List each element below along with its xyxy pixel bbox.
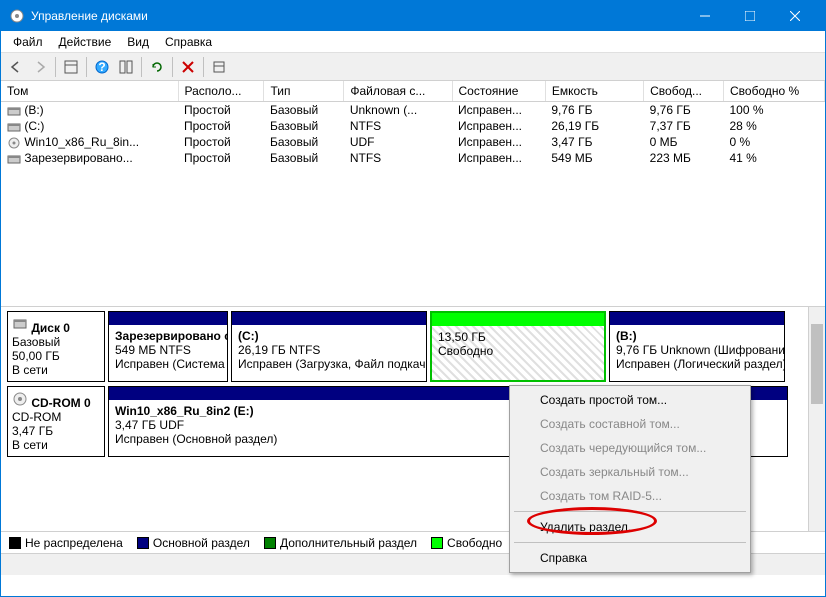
column-header-freepct[interactable]: Свободно % <box>723 81 824 102</box>
window-title: Управление дисками <box>31 9 682 23</box>
app-icon <box>9 8 25 24</box>
column-header-status[interactable]: Состояние <box>452 81 545 102</box>
column-header-volume[interactable]: Том <box>1 81 178 102</box>
layout-button[interactable] <box>115 56 137 78</box>
disk-info[interactable]: Диск 0Базовый50,00 ГБВ сети <box>7 311 105 382</box>
partition[interactable]: 13,50 ГБСвободно <box>430 311 606 382</box>
svg-text:?: ? <box>98 60 105 74</box>
volume-icon <box>7 105 21 117</box>
legend-free: Свободно <box>447 536 502 550</box>
volume-icon <box>7 137 21 149</box>
partition[interactable]: (B:)9,76 ГБ Unknown (ШифрованиеИсправен … <box>609 311 785 382</box>
context-menu-item: Создать чередующийся том... <box>512 436 748 460</box>
close-button[interactable] <box>772 1 817 31</box>
context-help[interactable]: Справка <box>512 546 748 570</box>
primary-swatch <box>137 537 149 549</box>
unallocated-swatch <box>9 537 21 549</box>
volume-icon <box>7 153 21 165</box>
volume-list[interactable]: ТомРасполо...ТипФайловая с...СостояниеЕм… <box>1 81 825 307</box>
disk-row: Диск 0Базовый50,00 ГБВ сетиЗарезервирова… <box>7 311 819 382</box>
legend-extended: Дополнительный раздел <box>280 536 417 550</box>
context-menu-item: Создать составной том... <box>512 412 748 436</box>
table-row[interactable]: (B:)ПростойБазовыйUnknown (...Исправен..… <box>1 102 825 119</box>
context-menu-item[interactable]: Создать простой том... <box>512 388 748 412</box>
volume-icon <box>7 121 21 133</box>
maximize-button[interactable] <box>727 1 772 31</box>
table-row[interactable]: Зарезервировано...ПростойБазовыйNTFSИспр… <box>1 150 825 166</box>
partition[interactable]: (C:)26,19 ГБ NTFSИсправен (Загрузка, Фай… <box>231 311 427 382</box>
menu-view[interactable]: Вид <box>119 33 157 51</box>
partition[interactable]: Зарезервировано с549 МБ NTFSИсправен (Си… <box>108 311 228 382</box>
menu-file[interactable]: Файл <box>5 33 51 51</box>
back-button[interactable] <box>5 56 27 78</box>
properties-button[interactable] <box>208 56 230 78</box>
refresh-button[interactable] <box>146 56 168 78</box>
view-button[interactable] <box>60 56 82 78</box>
menubar: Файл Действие Вид Справка <box>1 31 825 53</box>
delete-button[interactable] <box>177 56 199 78</box>
table-row[interactable]: Win10_x86_Ru_8in...ПростойБазовыйUDFИспр… <box>1 134 825 150</box>
free-swatch <box>431 537 443 549</box>
context-menu-item: Создать зеркальный том... <box>512 460 748 484</box>
column-header-free[interactable]: Свобод... <box>644 81 724 102</box>
menu-help[interactable]: Справка <box>157 33 220 51</box>
column-header-type[interactable]: Тип <box>264 81 344 102</box>
column-header-layout[interactable]: Располо... <box>178 81 264 102</box>
context-delete-partition[interactable]: Удалить раздел... <box>512 515 748 539</box>
context-menu: Создать простой том...Создать составной … <box>509 385 751 573</box>
legend-unallocated: Не распределена <box>25 536 123 550</box>
legend-primary: Основной раздел <box>153 536 250 550</box>
toolbar: ? <box>1 53 825 81</box>
help-button[interactable]: ? <box>91 56 113 78</box>
column-header-fs[interactable]: Файловая с... <box>344 81 452 102</box>
context-menu-item: Создать том RAID-5... <box>512 484 748 508</box>
menu-action[interactable]: Действие <box>51 33 120 51</box>
vertical-scrollbar[interactable] <box>808 307 825 531</box>
table-row[interactable]: (C:)ПростойБазовыйNTFSИсправен...26,19 Г… <box>1 118 825 134</box>
titlebar: Управление дисками <box>1 1 825 31</box>
column-header-capacity[interactable]: Емкость <box>545 81 643 102</box>
disk-info[interactable]: CD-ROM 0CD-ROM3,47 ГБВ сети <box>7 386 105 457</box>
forward-button[interactable] <box>29 56 51 78</box>
minimize-button[interactable] <box>682 1 727 31</box>
extended-swatch <box>264 537 276 549</box>
